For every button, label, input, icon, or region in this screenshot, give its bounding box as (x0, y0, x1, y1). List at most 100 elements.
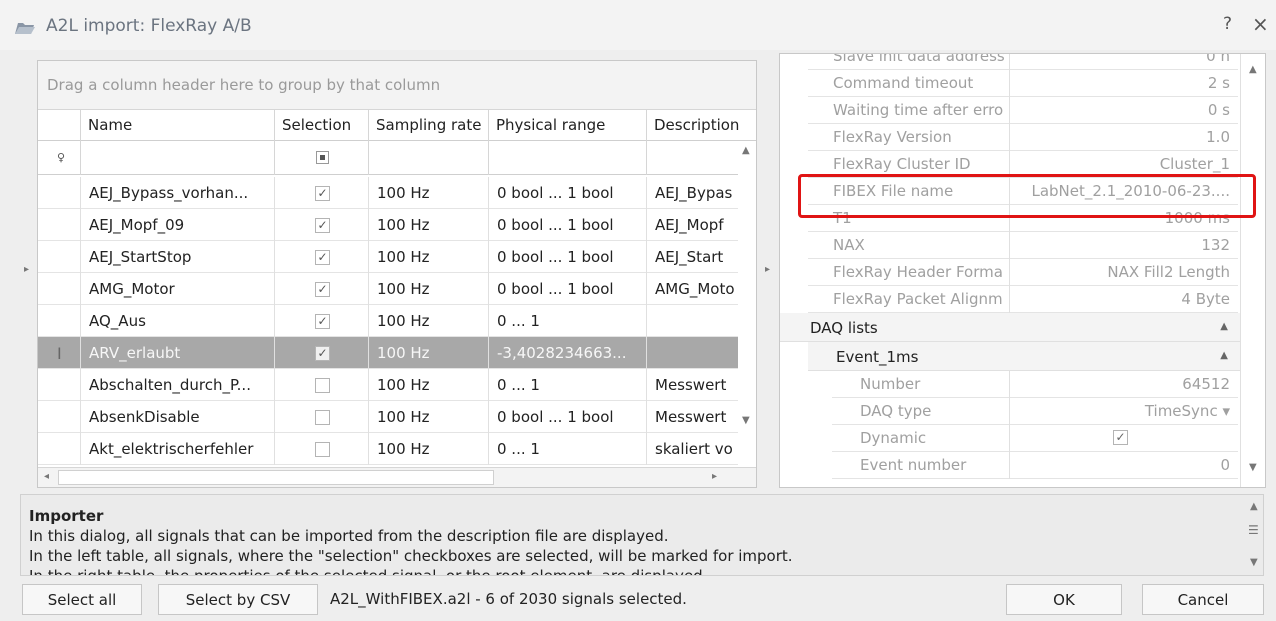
cell-name[interactable]: Abschalten_durch_P... (80, 369, 274, 401)
property-value[interactable]: TimeSync ▾ (1010, 398, 1238, 425)
cell-description[interactable]: AMG_Moto (646, 273, 738, 305)
cell-name[interactable]: Akt_elektrischerfehler (80, 433, 274, 465)
property-value[interactable]: 0 h (1010, 54, 1238, 70)
cell-description[interactable] (646, 305, 738, 337)
collapse-icon[interactable]: ▲ (1220, 321, 1228, 332)
cell-name[interactable]: AEJ_Mopf_09 (80, 209, 274, 241)
cell-physical-range[interactable]: 0 bool ... 1 bool (488, 177, 646, 209)
property-row[interactable]: FlexRay Packet Alignm 4 Byte (808, 286, 1238, 313)
cell-description[interactable]: skaliert vo (646, 433, 738, 465)
property-row[interactable]: Command timeout 2 s (808, 70, 1238, 97)
dynamic-checkbox[interactable]: ✓ (1113, 430, 1128, 445)
info-scroll-down-icon[interactable]: ▼ (1250, 557, 1258, 568)
ok-button[interactable]: OK (1006, 584, 1122, 615)
cancel-button[interactable]: Cancel (1142, 584, 1264, 615)
prop-scroll-down-icon[interactable]: ▼ (1249, 462, 1257, 473)
cell-name[interactable]: AQ_Aus (80, 305, 274, 337)
filter-physical-range[interactable] (488, 141, 646, 175)
property-row[interactable]: Event number 0 (832, 452, 1238, 479)
scroll-up-icon[interactable]: ▲ (742, 145, 750, 156)
signal-grid-hscroll[interactable]: ◂ ▸ (38, 467, 756, 487)
filter-sampling-rate[interactable] (368, 141, 488, 175)
column-header-sampling-rate[interactable]: Sampling rate (368, 110, 488, 141)
property-value[interactable]: 4 Byte (1010, 286, 1238, 313)
cell-name[interactable]: ARV_erlaubt (80, 337, 274, 369)
cell-description[interactable]: AEJ_Start (646, 241, 738, 273)
selection-checkbox[interactable]: ✓ (315, 282, 330, 297)
hscroll-thumb[interactable] (58, 470, 494, 485)
selection-checkbox[interactable] (315, 378, 330, 393)
property-row[interactable]: Number 64512 (832, 371, 1238, 398)
prop-scroll-up-icon[interactable]: ▲ (1249, 64, 1257, 75)
cell-name[interactable]: AMG_Motor (80, 273, 274, 305)
selection-checkbox[interactable]: ✓ (315, 314, 330, 329)
info-scroll-up-icon[interactable]: ▲ (1250, 501, 1258, 512)
cell-description[interactable]: AEJ_Bypas (646, 177, 738, 209)
filter-selection[interactable] (274, 141, 368, 175)
selection-checkbox[interactable] (315, 410, 330, 425)
cell-name[interactable]: AEJ_StartStop (80, 241, 274, 273)
cell-physical-range[interactable]: 0 ... 1 (488, 433, 646, 465)
select-by-csv-button[interactable]: Select by CSV (158, 584, 318, 615)
cell-sampling-rate[interactable]: 100 Hz (368, 305, 488, 337)
select-all-button[interactable]: Select all (22, 584, 142, 615)
property-row[interactable]: DAQ type TimeSync ▾ (832, 398, 1238, 425)
property-value[interactable]: 0 s (1010, 97, 1238, 124)
table-row[interactable]: AMG_Motor 100 Hz 0 bool ... 1 bool AMG_Moto… (38, 273, 738, 305)
cell-sampling-rate[interactable]: 100 Hz (368, 337, 488, 369)
property-row[interactable]: FlexRay Header Forma NAX Fill2 Length (808, 259, 1238, 286)
table-row[interactable]: I ARV_erlaubt 100 Hz -3,4028234663... ✓ (38, 337, 738, 369)
cell-physical-range[interactable]: 0 bool ... 1 bool (488, 241, 646, 273)
selection-checkbox[interactable]: ✓ (315, 218, 330, 233)
cell-sampling-rate[interactable]: 100 Hz (368, 369, 488, 401)
column-header-physical-range[interactable]: Physical range (488, 110, 646, 141)
category-event-1ms[interactable]: Event_1ms ▲ (808, 342, 1240, 371)
table-row[interactable]: AbsenkDisable 100 Hz 0 bool ... 1 bool Mess… (38, 401, 738, 433)
cell-sampling-rate[interactable]: 100 Hz (368, 177, 488, 209)
property-row[interactable]: Dynamic ✓ (832, 425, 1238, 452)
table-row[interactable]: AQ_Aus 100 Hz 0 ... 1 ✓ (38, 305, 738, 337)
left-panel-arrow-icon[interactable]: ▸ (24, 264, 29, 275)
property-value[interactable]: 132 (1010, 232, 1238, 259)
cell-physical-range[interactable]: -3,4028234663... (488, 337, 646, 369)
splitter-arrow-icon[interactable]: ▸ (765, 264, 770, 275)
property-value[interactable]: 2 s (1010, 70, 1238, 97)
category-daq-lists[interactable]: DAQ lists ▲ (780, 313, 1240, 342)
cell-description[interactable] (646, 337, 738, 369)
property-row[interactable]: Waiting time after erro 0 s (808, 97, 1238, 124)
property-value[interactable]: 0 (1010, 452, 1238, 479)
collapse-icon[interactable]: ▲ (1220, 350, 1228, 361)
group-by-panel[interactable]: Drag a column header here to group by th… (38, 61, 756, 110)
signal-grid-vscroll[interactable]: ▲ ▼ (738, 141, 756, 467)
help-button[interactable]: ? (1223, 14, 1232, 34)
property-row[interactable]: Slave init data address 0 h (808, 54, 1238, 70)
info-list-icon[interactable]: ☰ (1248, 523, 1259, 537)
selection-checkbox[interactable]: ✓ (315, 346, 330, 361)
scroll-down-icon[interactable]: ▼ (742, 415, 750, 426)
cell-name[interactable]: AEJ_Bypass_vorhan... (80, 177, 274, 209)
table-row[interactable]: AEJ_Mopf_09 100 Hz 0 bool ... 1 bool AEJ_Mo… (38, 209, 738, 241)
info-vscroll[interactable]: ▲ ☰ ▼ (1246, 495, 1263, 575)
filter-checkbox[interactable] (316, 151, 329, 164)
selection-checkbox[interactable] (315, 442, 330, 457)
column-header-selection[interactable]: Selection (274, 110, 368, 141)
table-row[interactable]: Akt_elektrischerfehler 100 Hz 0 ... 1 skali… (38, 433, 738, 465)
cell-sampling-rate[interactable]: 100 Hz (368, 273, 488, 305)
cell-description[interactable]: Messwert (646, 369, 738, 401)
cell-description[interactable]: Messwert (646, 401, 738, 433)
cell-physical-range[interactable]: 0 ... 1 (488, 305, 646, 337)
cell-physical-range[interactable]: 0 bool ... 1 bool (488, 209, 646, 241)
property-row[interactable]: NAX 132 (808, 232, 1238, 259)
table-row[interactable]: AEJ_Bypass_vorhan... 100 Hz 0 bool ... 1 b… (38, 177, 738, 209)
column-header-description[interactable]: Description (646, 110, 756, 141)
cell-physical-range[interactable]: 0 bool ... 1 bool (488, 401, 646, 433)
selection-checkbox[interactable]: ✓ (315, 186, 330, 201)
property-value[interactable]: NAX Fill2 Length (1010, 259, 1238, 286)
cell-description[interactable]: AEJ_Mopf (646, 209, 738, 241)
property-grid-vscroll[interactable]: ▲ ▼ (1240, 54, 1265, 487)
scroll-left-icon[interactable]: ◂ (44, 471, 49, 482)
scroll-right-icon[interactable]: ▸ (712, 471, 717, 482)
cell-physical-range[interactable]: 0 ... 1 (488, 369, 646, 401)
filter-description[interactable] (646, 141, 738, 175)
cell-sampling-rate[interactable]: 100 Hz (368, 241, 488, 273)
